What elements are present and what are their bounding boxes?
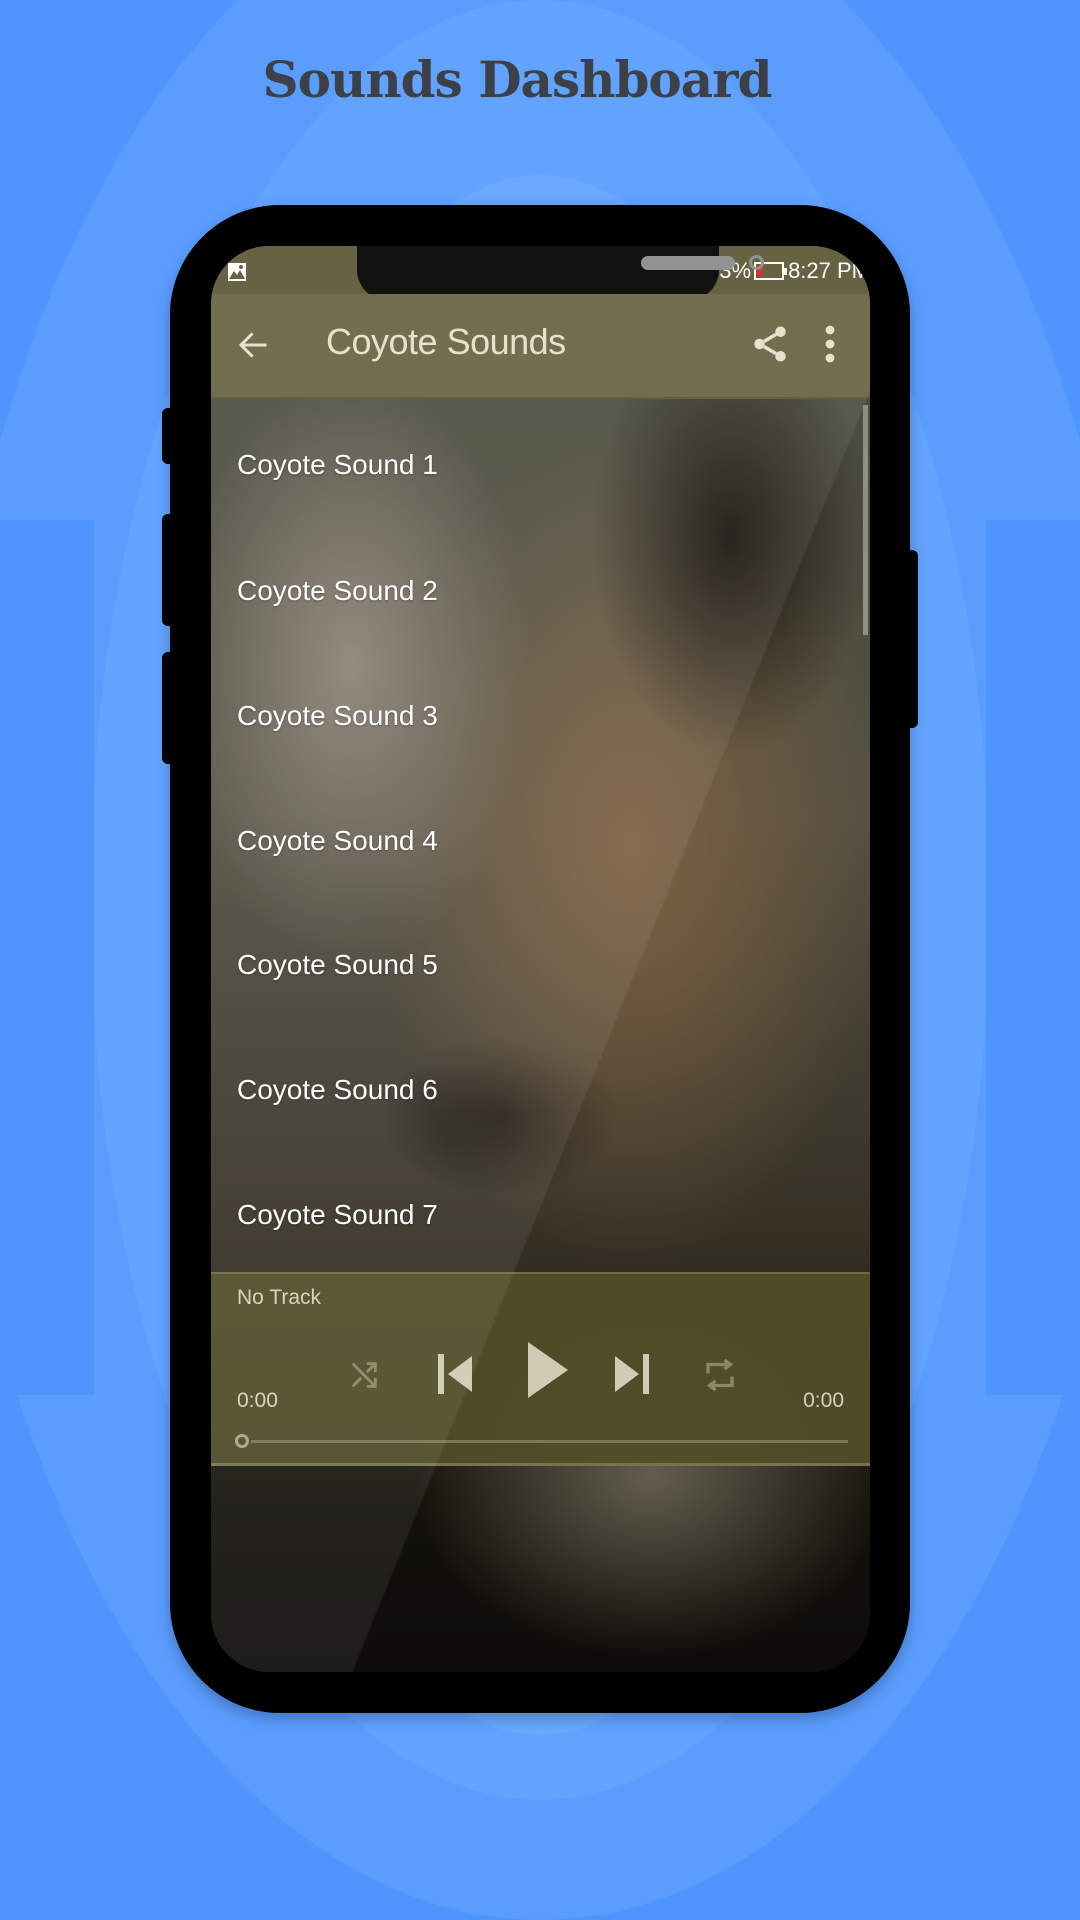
duration-time: 0:00 [803,1389,844,1412]
earpiece-speaker [641,256,735,270]
sound-list-item[interactable]: Coyote Sound 4 [211,778,870,903]
track-title: No Track [237,1286,322,1309]
phone-notch [357,246,764,300]
front-camera [749,255,764,270]
share-icon[interactable] [749,323,791,365]
repeat-icon[interactable] [705,1356,735,1394]
sound-list-item[interactable]: Coyote Sound 2 [211,529,870,654]
status-right: 3% 8:27 PM [719,256,870,286]
app-bar: Coyote Sounds [211,294,870,399]
sound-list: Coyote Sound 1 Coyote Sound 2 Coyote Sou… [211,401,870,1277]
phone-screen: 3% 8:27 PM Coyote Sounds Coyote Sound 1 … [211,246,870,1672]
skip-next-icon[interactable] [613,1354,649,1394]
sound-list-item[interactable]: Coyote Sound 3 [211,654,870,779]
promo-headline: Sounds Dashboard [262,50,773,109]
play-icon[interactable] [528,1342,568,1398]
skip-previous-icon[interactable] [438,1354,474,1394]
list-scrollbar[interactable] [863,405,868,635]
background-band [0,520,94,1395]
status-time: 8:27 PM [788,258,870,283]
page-title: Coyote Sounds [326,321,566,362]
background-band [986,520,1080,1395]
sound-list-item[interactable]: Coyote Sound 5 [211,903,870,1028]
elapsed-time: 0:00 [237,1389,278,1412]
seek-bar[interactable] [251,1440,848,1443]
arrow-left-icon[interactable] [235,327,271,363]
more-vert-icon[interactable] [823,323,837,365]
shuffle-icon[interactable] [347,1358,381,1392]
image-notification-icon [228,263,246,281]
sound-list-item[interactable]: Coyote Sound 1 [211,401,870,529]
sound-list-item[interactable]: Coyote Sound 7 [211,1152,870,1277]
audio-player: No Track 0:00 0:00 [211,1272,870,1466]
sound-list-item[interactable]: Coyote Sound 6 [211,1028,870,1153]
seek-bar-thumb[interactable] [235,1434,249,1448]
